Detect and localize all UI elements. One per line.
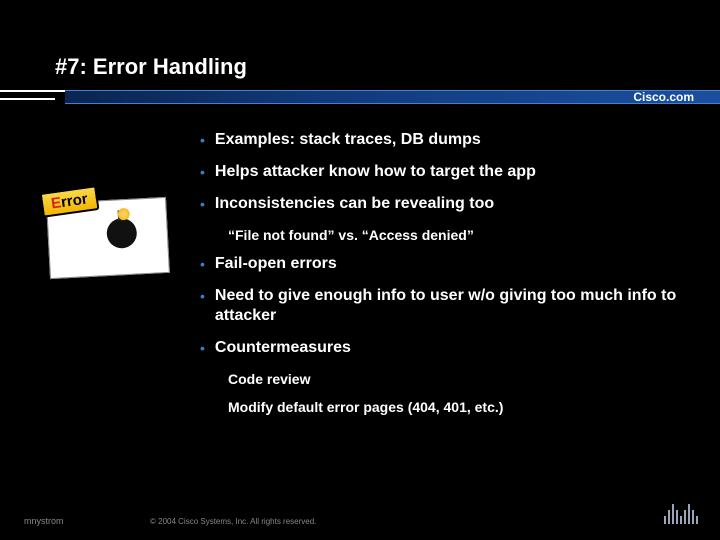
footer: mnystrom © 2004 Cisco Systems, Inc. All … (0, 506, 720, 526)
slide-title: #7: Error Handling (55, 54, 720, 80)
bullet-item: • Examples: stack traces, DB dumps (200, 130, 690, 150)
bullet-text: Countermeasures (215, 338, 351, 358)
bullet-item: • Inconsistencies can be revealing too (200, 194, 690, 214)
error-graphic: Error (48, 200, 178, 300)
error-graphic-card: Error (46, 197, 170, 279)
title-area: #7: Error Handling (55, 54, 720, 80)
sub-bullet-item: Modify default error pages (404, 401, et… (228, 398, 690, 416)
header-divider (0, 90, 720, 104)
spark-icon (117, 208, 130, 221)
bullet-item: • Need to give enough info to user w/o g… (200, 286, 690, 326)
header-blue-bar (65, 90, 720, 104)
bomb-icon (106, 218, 138, 250)
header-white-line-top (0, 90, 65, 92)
bullet-text: Fail-open errors (215, 254, 337, 274)
bullet-text: Inconsistencies can be revealing too (215, 194, 494, 214)
bullet-dot-icon: • (200, 338, 205, 358)
slide: #7: Error Handling Cisco.com Error • Exa… (0, 0, 720, 540)
bullet-item: • Countermeasures (200, 338, 690, 358)
bullet-text: Need to give enough info to user w/o giv… (215, 286, 690, 326)
bullet-dot-icon: • (200, 194, 205, 214)
bullet-item: • Helps attacker know how to target the … (200, 162, 690, 182)
bullet-text: Examples: stack traces, DB dumps (215, 130, 481, 150)
sub-bullet-text: Code review (228, 370, 690, 388)
footer-author: mnystrom (24, 516, 64, 526)
brand-label: Cisco.com (633, 90, 694, 104)
footer-copyright: © 2004 Cisco Systems, Inc. All rights re… (150, 517, 316, 526)
bullet-dot-icon: • (200, 130, 205, 150)
bullet-dot-icon: • (200, 286, 205, 306)
error-label-rest: rror (60, 190, 89, 211)
sub-bullet-text: “File not found” vs. “Access denied” (228, 226, 690, 244)
content-area: • Examples: stack traces, DB dumps • Hel… (200, 130, 690, 426)
sub-bullet-item: “File not found” vs. “Access denied” (228, 226, 690, 244)
header-white-line-bottom (0, 98, 55, 100)
bullet-dot-icon: • (200, 162, 205, 182)
cisco-logo-bars (664, 502, 698, 524)
bullet-item: • Fail-open errors (200, 254, 690, 274)
sub-bullet-item: Code review (228, 370, 690, 388)
bullet-dot-icon: • (200, 254, 205, 274)
cisco-logo-icon (664, 502, 698, 524)
sub-bullet-text: Modify default error pages (404, 401, et… (228, 398, 690, 416)
bullet-text: Helps attacker know how to target the ap… (215, 162, 536, 182)
error-graphic-label: Error (40, 185, 100, 218)
